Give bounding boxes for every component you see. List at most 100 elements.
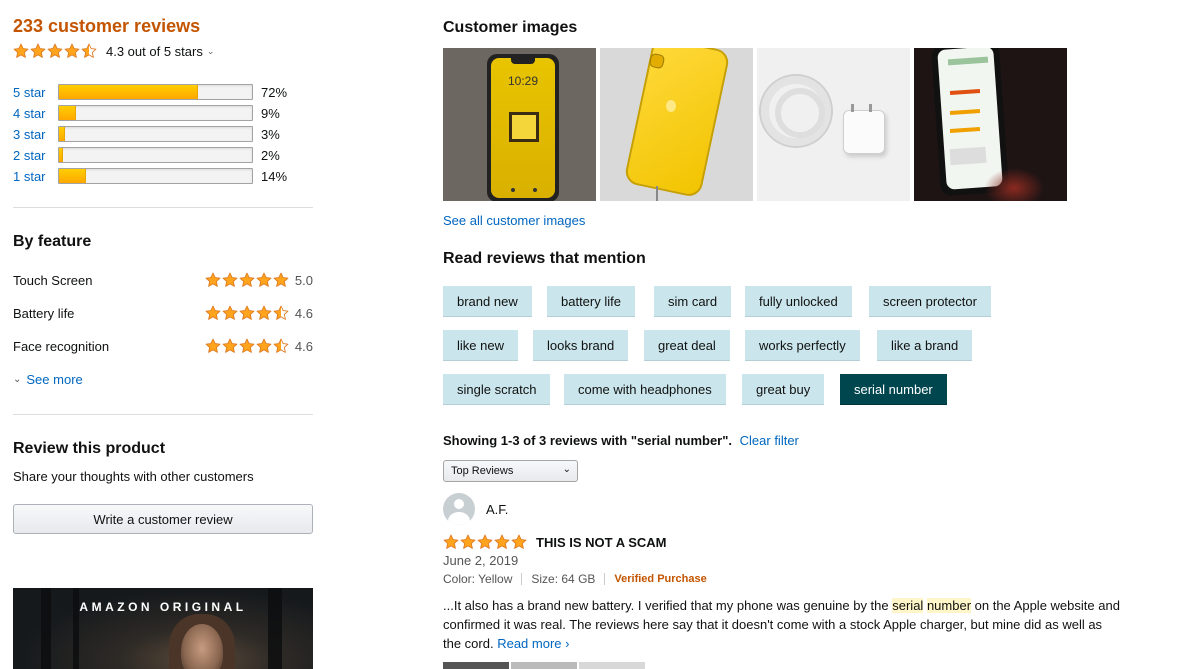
- read-more-link[interactable]: Read more ›: [497, 636, 569, 651]
- histogram-percent[interactable]: 9%: [261, 106, 280, 121]
- star-icon: [511, 534, 527, 549]
- star-icon: [460, 534, 476, 549]
- iphone-yellow-back-image[interactable]: [600, 48, 753, 201]
- customer-images-row: 10:29: [443, 48, 1067, 201]
- sort-select[interactable]: Top Reviews ⌄: [443, 460, 578, 482]
- histogram-bar[interactable]: [58, 84, 253, 100]
- highlight-term: serial: [892, 598, 924, 613]
- review-image-thumbs[interactable]: [443, 662, 645, 669]
- star-icon: [205, 338, 221, 353]
- write-review-button[interactable]: Write a customer review: [13, 504, 313, 534]
- histogram-percent[interactable]: 3%: [261, 127, 280, 142]
- figure-face: [181, 624, 223, 669]
- star-icon: [205, 305, 221, 320]
- see-more-link[interactable]: ⌄ See more: [13, 372, 83, 387]
- histogram-percent[interactable]: 72%: [261, 85, 287, 100]
- feature-stars: [205, 272, 290, 288]
- verified-purchase-badge: Verified Purchase: [614, 573, 707, 585]
- histogram-fill: [59, 127, 65, 141]
- mention-chip[interactable]: screen protector: [869, 286, 991, 317]
- star-icon: [273, 272, 289, 287]
- mention-chip[interactable]: great buy: [742, 374, 825, 405]
- histogram-bar[interactable]: [58, 126, 253, 142]
- histogram-percent[interactable]: 14%: [261, 169, 287, 184]
- see-more-label: See more: [26, 372, 83, 387]
- review-text-1: ...It also has a brand new battery. I ve…: [443, 598, 893, 613]
- mention-chip[interactable]: come with headphones: [564, 374, 726, 405]
- divider: [13, 207, 313, 208]
- histogram-fill: [59, 169, 87, 183]
- feature-name: Face recognition: [13, 338, 110, 354]
- histogram-row[interactable]: 5 star 72%: [13, 83, 313, 101]
- average-rating-text[interactable]: 4.3 out of 5 stars: [106, 44, 203, 59]
- star-icon: [477, 534, 493, 549]
- star-icon: [13, 43, 29, 58]
- by-feature-heading: By feature: [13, 233, 92, 250]
- histogram-label[interactable]: 4 star: [13, 106, 58, 121]
- mention-chip[interactable]: works perfectly: [745, 330, 860, 361]
- histogram-percent[interactable]: 2%: [261, 148, 280, 163]
- review-product-subtext: Share your thoughts with other customers: [13, 469, 254, 484]
- mentions-heading: Read reviews that mention: [443, 250, 646, 267]
- histogram-label[interactable]: 2 star: [13, 148, 58, 163]
- reviewer[interactable]: A.F.: [443, 493, 508, 525]
- divider: [13, 414, 313, 415]
- star-icon: [81, 43, 97, 58]
- promo-title: AMAZON ORIGINAL: [79, 600, 247, 614]
- review-title[interactable]: THIS IS NOT A SCAM: [536, 535, 666, 550]
- phone-screen-review-image[interactable]: [914, 48, 1067, 201]
- star-icon: [256, 272, 272, 287]
- star-icon: [47, 43, 63, 58]
- avatar: [443, 493, 475, 525]
- average-stars: [13, 43, 98, 59]
- histogram-label[interactable]: 3 star: [13, 127, 58, 142]
- review-date: June 2, 2019: [443, 553, 519, 568]
- star-icon: [222, 338, 238, 353]
- mention-chip[interactable]: great deal: [644, 330, 730, 361]
- mention-chip[interactable]: battery life: [547, 286, 635, 317]
- mention-chip[interactable]: brand new: [443, 286, 532, 317]
- review-size[interactable]: Size: 64 GB: [531, 572, 595, 586]
- review-stars: [443, 534, 528, 550]
- feature-row: Face recognition 4.6: [13, 338, 313, 354]
- mention-chip[interactable]: sim card: [654, 286, 732, 317]
- histogram-bar[interactable]: [58, 105, 253, 121]
- mention-chip[interactable]: single scratch: [443, 374, 551, 405]
- histogram-fill: [59, 85, 198, 99]
- feature-score: 4.6: [294, 338, 313, 354]
- mention-chip[interactable]: like new: [443, 330, 518, 361]
- iphone-yellow-lockscreen-image[interactable]: 10:29: [443, 48, 596, 201]
- average-rating-row[interactable]: 4.3 out of 5 stars ⌄: [13, 43, 214, 59]
- mention-chip[interactable]: serial number: [840, 374, 947, 405]
- clear-filter-link[interactable]: Clear filter: [740, 433, 799, 448]
- star-icon: [256, 305, 272, 320]
- mention-chip[interactable]: like a brand: [877, 330, 973, 361]
- star-icon: [64, 43, 80, 58]
- mention-chip[interactable]: looks brand: [533, 330, 629, 361]
- histogram-label[interactable]: 5 star: [13, 85, 58, 100]
- star-icon: [273, 305, 289, 320]
- histogram-row[interactable]: 3 star 3%: [13, 125, 313, 143]
- chevron-down-icon[interactable]: ⌄: [207, 46, 215, 57]
- feature-stars: [205, 305, 290, 321]
- histogram-fill: [59, 148, 63, 162]
- mention-chip[interactable]: fully unlocked: [745, 286, 852, 317]
- review-title-row: THIS IS NOT A SCAM: [443, 534, 666, 550]
- histogram-row[interactable]: 2 star 2%: [13, 146, 313, 164]
- amazon-original-promo-image[interactable]: AMAZON ORIGINAL: [13, 588, 313, 669]
- see-all-customer-images-link[interactable]: See all customer images: [443, 213, 585, 228]
- star-icon: [239, 272, 255, 287]
- review-color[interactable]: Color: Yellow: [443, 572, 512, 586]
- sort-selected-value: Top Reviews: [451, 465, 514, 477]
- histogram-row[interactable]: 4 star 9%: [13, 104, 313, 122]
- feature-row: Touch Screen 5.0: [13, 272, 313, 288]
- filter-status: Showing 1-3 of 3 reviews with "serial nu…: [443, 433, 799, 448]
- divider: [521, 573, 523, 585]
- charger-cable-image[interactable]: [757, 48, 910, 201]
- review-count-title[interactable]: 233 customer reviews: [13, 16, 200, 37]
- histogram-bar[interactable]: [58, 147, 253, 163]
- histogram-row[interactable]: 1 star 14%: [13, 167, 313, 185]
- histogram-label[interactable]: 1 star: [13, 169, 58, 184]
- histogram-bar[interactable]: [58, 168, 253, 184]
- star-icon: [494, 534, 510, 549]
